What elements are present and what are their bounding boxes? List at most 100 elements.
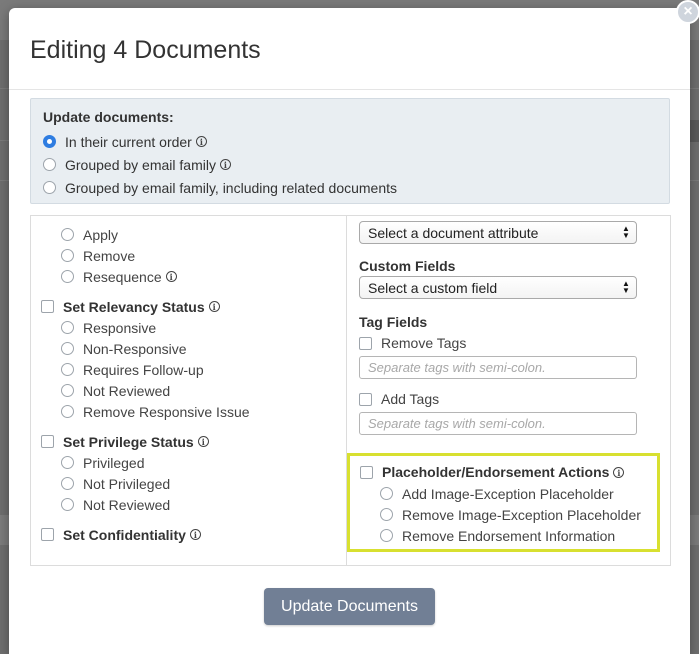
option-label: Grouped by email family bbox=[65, 156, 216, 173]
option-label: Remove Responsive Issue bbox=[83, 403, 250, 420]
option-privilege-not-reviewed[interactable]: Not Reviewed bbox=[41, 494, 341, 515]
checkbox[interactable] bbox=[41, 528, 54, 541]
custom-field-select[interactable]: Select a custom field ▲ ▼ bbox=[359, 276, 637, 299]
radio-button[interactable] bbox=[380, 508, 393, 521]
update-heading: Update documents: bbox=[43, 109, 174, 125]
radio-button[interactable] bbox=[43, 181, 56, 194]
option-requires-follow-up[interactable]: Requires Follow-up bbox=[41, 359, 341, 380]
checkbox[interactable] bbox=[359, 392, 372, 406]
select-arrows-icon: ▲ ▼ bbox=[622, 279, 630, 295]
option-label: Non-Responsive bbox=[83, 340, 187, 357]
update-documents-box: Update documents: In their current order… bbox=[30, 98, 670, 204]
group-label: Set Relevancy Status bbox=[63, 298, 205, 315]
group-label: Placeholder/Endorsement Actions bbox=[382, 464, 610, 480]
option-label: Grouped by email family, including relat… bbox=[65, 179, 398, 196]
checkbox[interactable] bbox=[41, 435, 54, 448]
option-label: Not Reviewed bbox=[83, 496, 171, 513]
header-divider bbox=[9, 89, 690, 90]
set-confidentiality[interactable]: Set Confidentiality i bbox=[41, 524, 341, 545]
option-label: Remove Endorsement Information bbox=[402, 527, 616, 544]
right-column: Select a document attribute ▲ ▼ Custom Fi… bbox=[359, 221, 659, 435]
option-add-image-exception-placeholder[interactable]: Add Image-Exception Placeholder bbox=[360, 483, 657, 504]
option-not-reviewed[interactable]: Not Reviewed bbox=[41, 380, 341, 401]
option-label: Apply bbox=[83, 226, 119, 243]
edit-documents-modal: Editing 4 Documents Update documents: In… bbox=[9, 8, 690, 654]
background-block bbox=[690, 120, 699, 142]
update-documents-button[interactable]: Update Documents bbox=[264, 588, 435, 625]
radio-button[interactable] bbox=[61, 342, 74, 355]
radio-button[interactable] bbox=[61, 456, 74, 469]
option-privileged[interactable]: Privileged bbox=[41, 452, 341, 473]
input-placeholder: Separate tags with semi-colon. bbox=[368, 416, 546, 431]
radio-button[interactable] bbox=[61, 363, 74, 376]
set-relevancy-status[interactable]: Set Relevancy Status i bbox=[41, 296, 341, 317]
radio-button[interactable] bbox=[61, 405, 74, 418]
placeholder-endorsement-section: Placeholder/Endorsement Actions i Add Im… bbox=[347, 453, 660, 552]
option-remove-responsive-issue[interactable]: Remove Responsive Issue bbox=[41, 401, 341, 422]
select-value: Select a custom field bbox=[368, 279, 498, 296]
info-icon[interactable]: i bbox=[219, 159, 231, 170]
info-icon[interactable]: i bbox=[165, 271, 177, 282]
info-icon[interactable]: i bbox=[197, 436, 209, 447]
option-apply[interactable]: Apply bbox=[41, 224, 341, 245]
radio-button[interactable] bbox=[380, 529, 393, 542]
option-label: Add Image-Exception Placeholder bbox=[402, 485, 614, 502]
tag-fields-label: Tag Fields bbox=[359, 314, 428, 330]
info-icon[interactable]: i bbox=[613, 466, 625, 478]
remove-tags-option[interactable]: Remove Tags bbox=[359, 332, 659, 354]
checkbox[interactable] bbox=[359, 336, 372, 350]
option-label: Remove Tags bbox=[381, 335, 467, 351]
custom-fields-label: Custom Fields bbox=[359, 258, 456, 274]
option-remove-image-exception-placeholder[interactable]: Remove Image-Exception Placeholder bbox=[360, 504, 657, 525]
group-label: Set Confidentiality bbox=[63, 526, 186, 543]
add-tags-option[interactable]: Add Tags bbox=[359, 388, 659, 410]
radio-button[interactable] bbox=[61, 270, 74, 283]
left-column: Apply Remove Resequence i Set Relevancy … bbox=[41, 224, 341, 545]
remove-tags-input[interactable]: Separate tags with semi-colon. bbox=[359, 356, 637, 379]
option-responsive[interactable]: Responsive bbox=[41, 317, 341, 338]
select-arrows-icon: ▲ ▼ bbox=[622, 224, 630, 240]
option-not-privileged[interactable]: Not Privileged bbox=[41, 473, 341, 494]
radio-button[interactable] bbox=[61, 384, 74, 397]
select-value: Select a document attribute bbox=[368, 224, 539, 241]
radio-button[interactable] bbox=[61, 477, 74, 490]
placeholder-endorsement-actions[interactable]: Placeholder/Endorsement Actions i bbox=[360, 461, 657, 483]
checkbox[interactable] bbox=[41, 300, 54, 313]
option-label: Responsive bbox=[83, 319, 157, 336]
info-icon[interactable]: i bbox=[195, 136, 207, 147]
radio-button[interactable] bbox=[61, 321, 74, 334]
info-icon[interactable]: i bbox=[189, 529, 201, 540]
document-attribute-select[interactable]: Select a document attribute ▲ ▼ bbox=[359, 221, 637, 244]
checkbox[interactable] bbox=[360, 465, 373, 479]
update-option-email-family-related[interactable]: Grouped by email family, including relat… bbox=[43, 176, 657, 199]
add-tags-input[interactable]: Separate tags with semi-colon. bbox=[359, 412, 637, 435]
option-label: Remove Image-Exception Placeholder bbox=[402, 506, 641, 523]
option-label: Add Tags bbox=[381, 391, 440, 407]
radio-button[interactable] bbox=[61, 228, 74, 241]
radio-button[interactable] bbox=[43, 158, 56, 171]
option-label: Privileged bbox=[83, 454, 145, 471]
option-label: Remove bbox=[83, 247, 136, 264]
actions-panel: Apply Remove Resequence i Set Relevancy … bbox=[30, 215, 671, 566]
option-label: Not Reviewed bbox=[83, 382, 171, 399]
option-remove-endorsement-information[interactable]: Remove Endorsement Information bbox=[360, 525, 657, 546]
update-option-current-order[interactable]: In their current order i bbox=[43, 130, 657, 153]
radio-button[interactable] bbox=[380, 487, 393, 500]
radio-button[interactable] bbox=[61, 249, 74, 262]
option-label: Not Privileged bbox=[83, 475, 171, 492]
radio-button[interactable] bbox=[43, 135, 56, 148]
option-label: In their current order bbox=[65, 133, 192, 150]
radio-button[interactable] bbox=[61, 498, 74, 511]
option-resequence[interactable]: Resequence i bbox=[41, 266, 341, 287]
option-non-responsive[interactable]: Non-Responsive bbox=[41, 338, 341, 359]
option-label: Requires Follow-up bbox=[83, 361, 204, 378]
close-icon[interactable]: × bbox=[676, 0, 699, 24]
info-icon[interactable]: i bbox=[208, 301, 220, 312]
group-label: Set Privilege Status bbox=[63, 433, 194, 450]
input-placeholder: Separate tags with semi-colon. bbox=[368, 360, 546, 375]
option-remove[interactable]: Remove bbox=[41, 245, 341, 266]
modal-title: Editing 4 Documents bbox=[30, 36, 261, 64]
option-label: Resequence bbox=[83, 268, 162, 285]
update-option-email-family[interactable]: Grouped by email family i bbox=[43, 153, 657, 176]
set-privilege-status[interactable]: Set Privilege Status i bbox=[41, 431, 341, 452]
